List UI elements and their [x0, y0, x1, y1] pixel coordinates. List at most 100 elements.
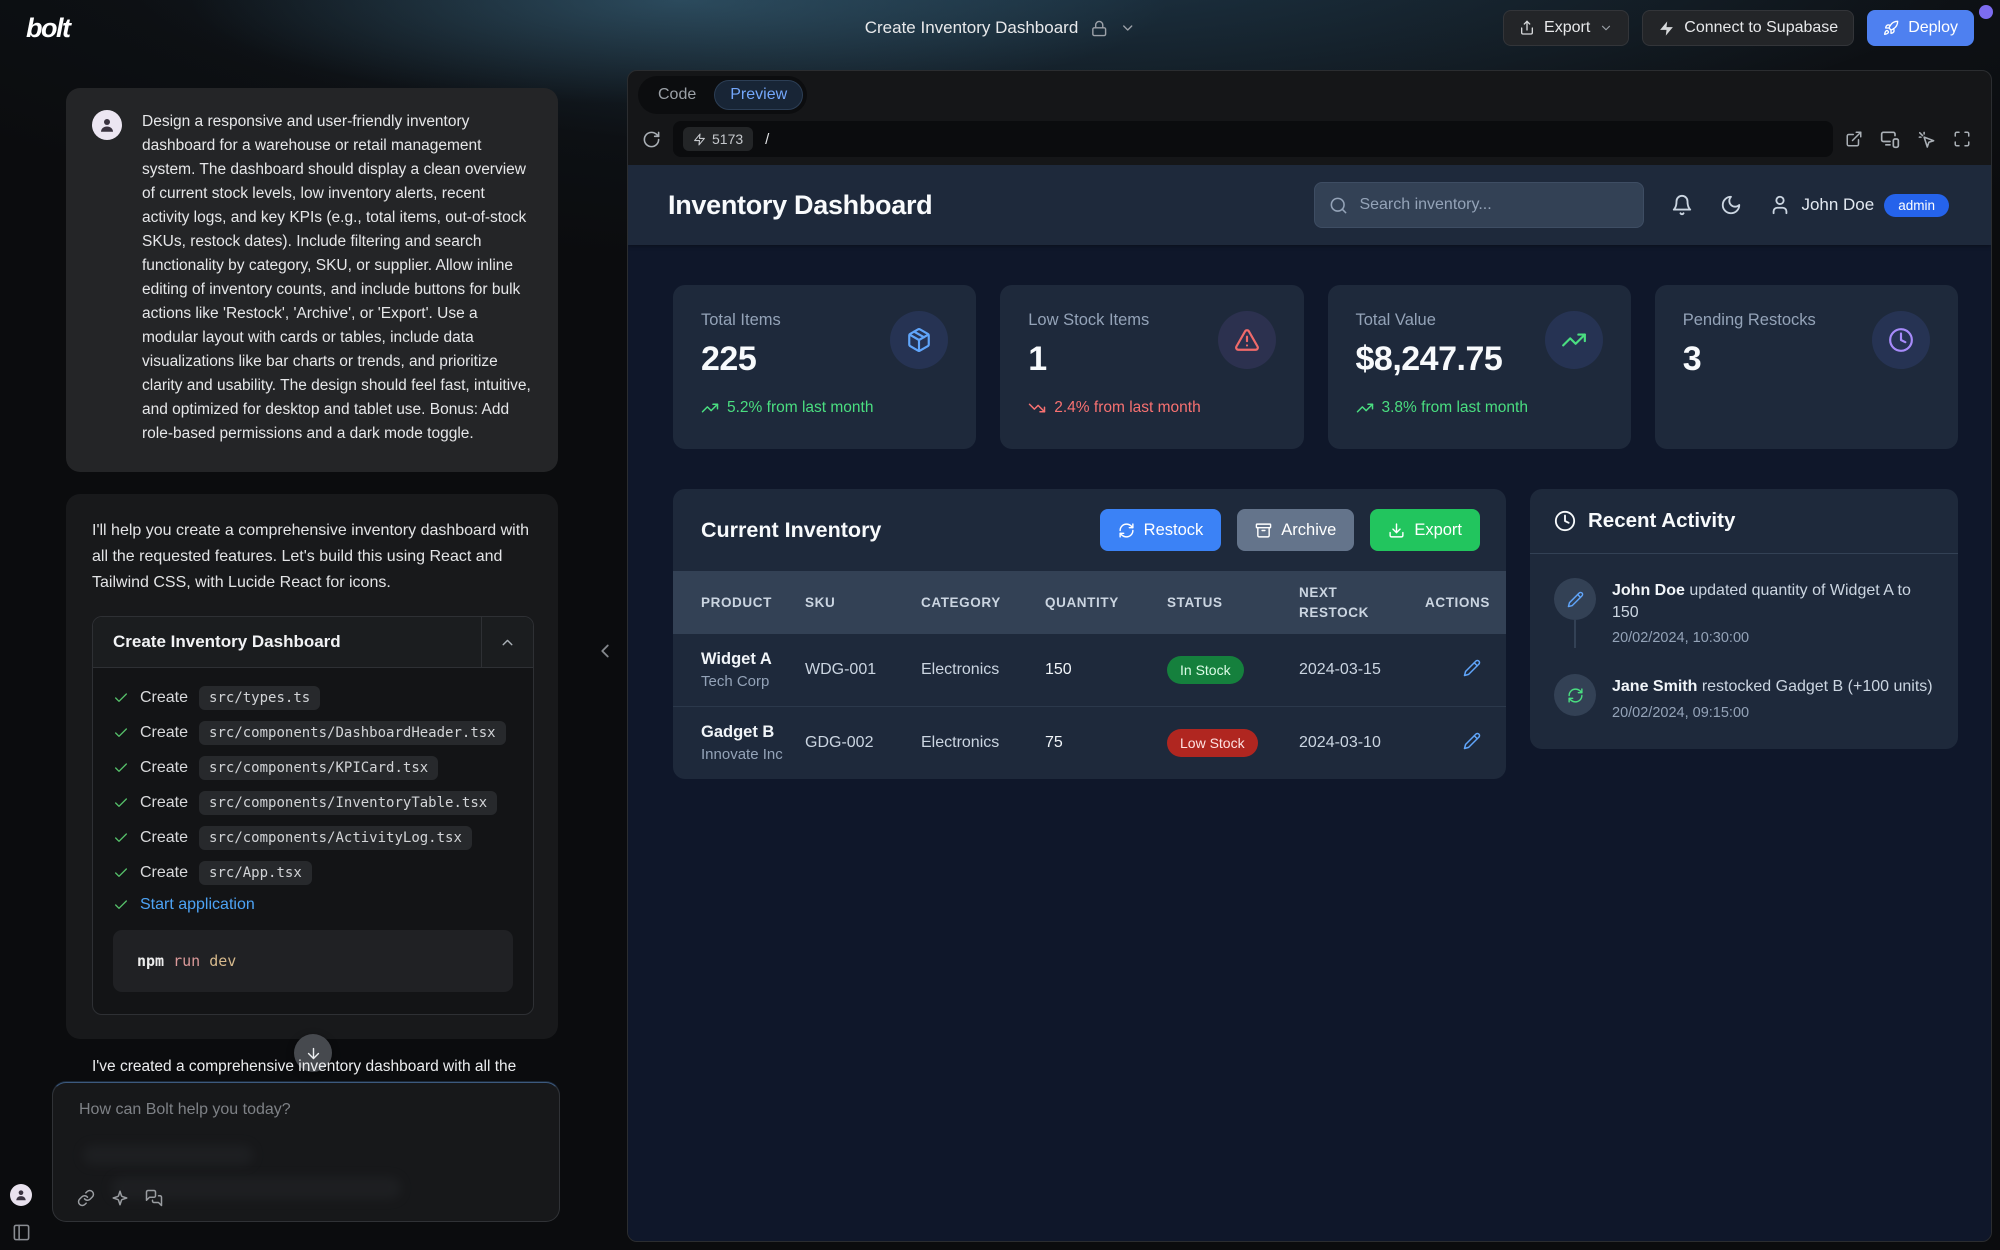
- col-sku: SKU: [805, 571, 921, 634]
- inspector-pointer-icon[interactable]: [1917, 130, 1936, 149]
- quantity-cell[interactable]: 75: [1045, 707, 1167, 780]
- trending-down-icon: [1028, 399, 1046, 417]
- kpi-trend: 3.8% from last month: [1356, 399, 1603, 417]
- col-next-restock: Next Restock: [1299, 571, 1425, 634]
- step-file[interactable]: src/components/KPICard.tsx: [199, 756, 438, 780]
- blurred-content: [83, 1145, 253, 1165]
- start-application-link[interactable]: Start application: [140, 896, 255, 914]
- user-icon: [1769, 194, 1791, 216]
- command-npm: npm: [137, 952, 173, 970]
- step-action: Create: [140, 794, 188, 812]
- connect-supabase-button[interactable]: Connect to Supabase: [1642, 10, 1854, 46]
- activity-user: Jane Smith: [1612, 678, 1697, 695]
- step-file[interactable]: src/components/InventoryTable.tsx: [199, 791, 497, 815]
- product-supplier: Tech Corp: [701, 673, 797, 690]
- user-message-text: Design a responsive and user-friendly in…: [142, 110, 534, 446]
- inventory-title: Current Inventory: [701, 518, 881, 543]
- responsive-devices-icon[interactable]: [1880, 129, 1900, 149]
- step-file[interactable]: src/components/ActivityLog.tsx: [199, 826, 472, 850]
- pencil-icon: [1463, 659, 1481, 677]
- chevron-down-icon[interactable]: [1119, 20, 1135, 36]
- user-menu[interactable]: John Doe admin: [1769, 194, 1949, 217]
- enhance-prompt-sparkles-icon[interactable]: [111, 1189, 129, 1207]
- clock-icon: [1872, 311, 1930, 369]
- fullscreen-icon[interactable]: [1953, 130, 1971, 148]
- build-step: Create src/components/InventoryTable.tsx: [113, 791, 513, 815]
- bulk-actions: Restock Archive Export: [1100, 509, 1480, 551]
- kpi-card-low-stock: Low Stock Items 1 2.4% from last month: [1000, 285, 1303, 449]
- edit-row-button[interactable]: [1463, 732, 1481, 750]
- chevron-left-icon: [594, 640, 616, 662]
- table-row: Gadget B Innovate Inc GDG-002 Electronic…: [673, 707, 1506, 780]
- role-badge: admin: [1884, 194, 1949, 217]
- kpi-trend-text: 5.2% from last month: [727, 399, 873, 417]
- activity-item: John Doe updated quantity of Widget A to…: [1554, 578, 1934, 646]
- export-csv-button[interactable]: Export: [1370, 509, 1480, 551]
- table-header-row: Product SKU Category Quantity Status Nex…: [673, 571, 1506, 634]
- toggle-sidebar-button[interactable]: [12, 1223, 31, 1242]
- user-message: Design a responsive and user-friendly in…: [66, 88, 558, 472]
- chat-mode-icon[interactable]: [145, 1189, 163, 1207]
- package-icon: [890, 311, 948, 369]
- activity-timestamp: 20/02/2024, 09:15:00: [1612, 705, 1933, 721]
- pencil-icon: [1463, 732, 1481, 750]
- kpi-value: 1: [1028, 340, 1149, 379]
- tab-preview[interactable]: Preview: [714, 80, 803, 110]
- work-card-header: Create Inventory Dashboard: [93, 617, 533, 668]
- check-icon: [113, 795, 129, 811]
- inventory-search[interactable]: [1314, 182, 1644, 228]
- recent-activity-card: Recent Activity John Doe: [1530, 489, 1958, 749]
- url-input[interactable]: 5173 /: [673, 121, 1833, 157]
- kpi-label: Low Stock Items: [1028, 311, 1149, 330]
- chat-input-box[interactable]: [52, 1082, 560, 1222]
- open-in-new-tab-icon[interactable]: [1845, 130, 1863, 148]
- step-action: Create: [140, 724, 188, 742]
- current-inventory-card: Current Inventory Restock Archive: [673, 489, 1506, 779]
- step-file[interactable]: src/components/DashboardHeader.tsx: [199, 721, 506, 745]
- next-restock-cell: 2024-03-10: [1299, 707, 1425, 780]
- trending-up-icon: [1356, 399, 1374, 417]
- workbench-panel: Code Preview 5173 /: [627, 70, 1992, 1242]
- archive-icon: [1255, 522, 1272, 539]
- quantity-cell[interactable]: 150: [1045, 634, 1167, 707]
- supabase-bolt-icon: [1658, 20, 1675, 37]
- attach-link-icon[interactable]: [77, 1189, 95, 1207]
- app-preview: Inventory Dashboard John Doe: [628, 165, 1991, 1241]
- sku-cell: GDG-002: [805, 707, 921, 780]
- lock-icon: [1090, 20, 1107, 37]
- chevron-down-icon: [1599, 21, 1613, 35]
- start-application-step: Start application: [113, 896, 513, 914]
- preview-address-bar: 5173 /: [628, 119, 1991, 165]
- activity-user: John Doe: [1612, 582, 1685, 599]
- assistant-followup-text: I've created a comprehensive inventory d…: [92, 1058, 568, 1076]
- project-title-group[interactable]: Create Inventory Dashboard: [865, 0, 1136, 56]
- collapse-chat-handle[interactable]: [594, 640, 616, 662]
- export-button[interactable]: Export: [1503, 10, 1629, 46]
- user-avatar: [92, 110, 122, 140]
- activity-list: John Doe updated quantity of Widget A to…: [1530, 554, 1958, 749]
- collapse-work-card-button[interactable]: [481, 617, 533, 667]
- port-badge[interactable]: 5173: [683, 127, 753, 151]
- edit-row-button[interactable]: [1463, 659, 1481, 677]
- product-supplier: Innovate Inc: [701, 746, 797, 763]
- command-dev: dev: [209, 952, 236, 970]
- port-number: 5173: [712, 131, 743, 147]
- dark-mode-toggle[interactable]: [1720, 194, 1742, 216]
- refresh-icon: [642, 130, 661, 149]
- step-file[interactable]: src/types.ts: [199, 686, 320, 710]
- account-avatar[interactable]: [10, 1184, 32, 1206]
- bell-icon: [1671, 194, 1693, 216]
- tab-code[interactable]: Code: [642, 80, 712, 110]
- archive-button[interactable]: Archive: [1237, 509, 1354, 551]
- notifications-bell-button[interactable]: [1671, 194, 1693, 216]
- restock-button[interactable]: Restock: [1100, 509, 1222, 551]
- step-file[interactable]: src/App.tsx: [199, 861, 312, 885]
- step-action: Create: [140, 759, 188, 777]
- search-input[interactable]: [1359, 196, 1629, 214]
- deploy-button[interactable]: Deploy: [1867, 10, 1974, 46]
- bolt-logo[interactable]: bolt: [26, 13, 69, 44]
- person-icon: [98, 116, 116, 134]
- kpi-card-total-value: Total Value $8,247.75 3.8% from last mon…: [1328, 285, 1631, 449]
- user-name: John Doe: [1801, 195, 1874, 215]
- reload-preview-button[interactable]: [642, 130, 661, 149]
